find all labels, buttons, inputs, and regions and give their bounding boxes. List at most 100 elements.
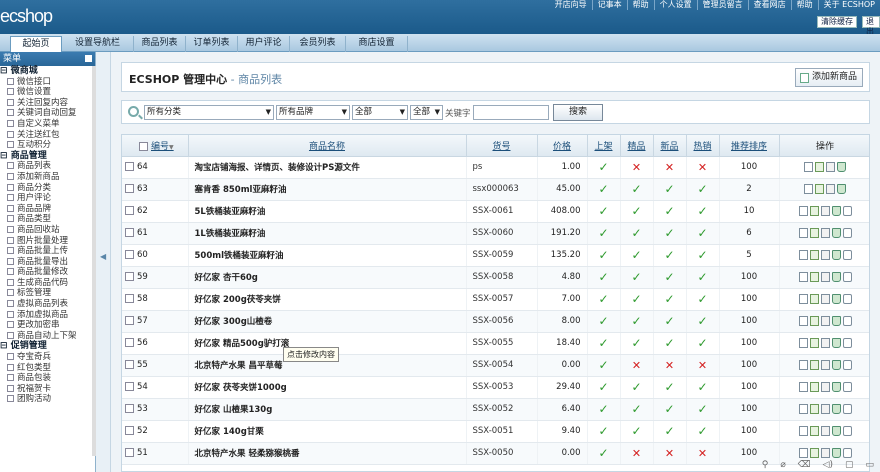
check-icon[interactable]: ✓ [631, 182, 641, 196]
copy-icon[interactable] [820, 293, 830, 304]
column-header[interactable]: 热销 [686, 135, 720, 157]
view-icon[interactable] [798, 425, 808, 436]
trash-icon[interactable] [831, 337, 841, 348]
check-icon[interactable]: ✓ [598, 182, 608, 196]
goods-price-cell[interactable]: 408.00 [537, 200, 588, 223]
row-checkbox[interactable] [125, 360, 134, 369]
goods-price-cell[interactable]: 8.00 [537, 310, 588, 333]
row-checkbox[interactable] [125, 228, 134, 237]
link-icon[interactable] [842, 403, 852, 414]
goods-price-cell[interactable]: 29.40 [537, 376, 588, 399]
top-link[interactable]: 帮助 [626, 0, 654, 10]
goods-sn-cell[interactable]: SSX-0061 [466, 200, 538, 223]
goods-price-cell[interactable]: 7.00 [537, 288, 588, 311]
sidebar-item[interactable]: 添加虚拟商品 [0, 310, 95, 321]
view-icon[interactable] [798, 381, 808, 392]
on-sale-toggle[interactable]: ✓ [587, 420, 621, 443]
best-toggle[interactable]: ✓ [620, 376, 654, 399]
link-icon[interactable] [842, 293, 852, 304]
sidebar-item[interactable]: 关注回复内容 [0, 98, 95, 109]
goods-name-cell[interactable]: 好亿家 200g茯苓夹饼 [188, 288, 467, 311]
new-toggle[interactable]: ✓ [653, 288, 687, 311]
view-icon[interactable] [798, 205, 808, 216]
trash-icon[interactable] [831, 249, 841, 260]
new-toggle[interactable]: ✕ [653, 354, 687, 377]
goods-sn-cell[interactable]: SSX-0052 [466, 398, 538, 421]
row-checkbox[interactable] [125, 338, 134, 347]
sidebar-group[interactable]: ⊟ 促销管理 [0, 341, 95, 352]
goods-sn-cell[interactable]: SSX-0054 [466, 354, 538, 377]
sidebar-item[interactable]: 关注送红包 [0, 130, 95, 141]
copy-icon[interactable] [820, 315, 830, 326]
check-icon[interactable]: ✓ [697, 204, 707, 218]
copy-icon[interactable] [820, 337, 830, 348]
goods-price-cell[interactable]: 0.00 [537, 442, 588, 465]
trash-icon[interactable] [831, 227, 841, 238]
check-icon[interactable]: ✓ [664, 292, 674, 306]
copy-icon[interactable] [820, 425, 830, 436]
check-icon[interactable]: ✓ [631, 248, 641, 262]
best-toggle[interactable]: ✕ [620, 156, 654, 179]
row-checkbox[interactable] [125, 382, 134, 391]
copy-icon[interactable] [820, 403, 830, 414]
edit-icon[interactable] [809, 315, 819, 326]
link-icon[interactable] [842, 315, 852, 326]
brand-select[interactable]: 所有品牌 ▼ [276, 105, 350, 120]
sidebar-item[interactable]: 商品类型 [0, 214, 95, 225]
column-header[interactable]: 推荐排序 [719, 135, 780, 157]
goods-name-cell[interactable]: 5L铁桶装亚麻籽油 [188, 200, 467, 223]
hot-toggle[interactable]: ✕ [686, 156, 720, 179]
best-toggle[interactable]: ✓ [620, 244, 654, 267]
new-toggle[interactable]: ✓ [653, 420, 687, 443]
goods-sn-cell[interactable]: SSX-0060 [466, 222, 538, 245]
hot-toggle[interactable]: ✓ [686, 288, 720, 311]
best-toggle[interactable]: ✓ [620, 266, 654, 289]
top-link[interactable]: 记事本 [591, 0, 627, 10]
network-icon[interactable]: ⌀ [780, 460, 785, 470]
sidebar-item[interactable]: 微信接口 [0, 77, 95, 88]
check-icon[interactable]: ✓ [697, 424, 707, 438]
sidebar-item[interactable]: 商品包装 [0, 373, 95, 384]
view-icon[interactable] [804, 161, 813, 172]
check-icon[interactable]: ✓ [697, 226, 707, 240]
nav-tab[interactable]: 起始页 [10, 36, 62, 52]
check-icon[interactable]: ✓ [664, 204, 674, 218]
edit-icon[interactable] [815, 183, 824, 194]
goods-name-cell[interactable]: 好亿家 300g山楂卷 [188, 310, 467, 333]
hot-toggle[interactable]: ✕ [686, 354, 720, 377]
cross-icon[interactable]: ✕ [698, 359, 707, 372]
best-toggle[interactable]: ✓ [620, 200, 654, 223]
pin-icon[interactable]: ⚲ [762, 460, 769, 470]
check-icon[interactable]: ✓ [598, 314, 608, 328]
cross-icon[interactable]: ✕ [665, 447, 674, 460]
cross-icon[interactable]: ✕ [665, 161, 674, 174]
goods-sn-cell[interactable]: SSX-0057 [466, 288, 538, 311]
logout-button[interactable]: 退出 [862, 16, 880, 36]
check-icon[interactable]: ✓ [697, 314, 707, 328]
goods-sn-cell[interactable]: SSX-0053 [466, 376, 538, 399]
sidebar-item[interactable]: 商品批量导出 [0, 257, 95, 268]
goods-price-cell[interactable]: 1.00 [537, 156, 588, 179]
sort-order-cell[interactable]: 100 [719, 288, 780, 311]
sort-order-cell[interactable]: 6 [719, 222, 780, 245]
goods-sn-cell[interactable]: SSX-0051 [466, 420, 538, 443]
view-icon[interactable] [804, 183, 813, 194]
filter-select-2[interactable]: 全部 ▼ [410, 105, 443, 120]
goods-sn-cell[interactable]: SSX-0056 [466, 310, 538, 333]
on-sale-toggle[interactable]: ✓ [587, 310, 621, 333]
goods-name-cell[interactable]: 好亿家 杏干60g [188, 266, 467, 289]
sidebar-item[interactable]: 商品列表 [0, 161, 95, 172]
clear-cache-button[interactable]: 清除缓存 [817, 16, 857, 28]
new-toggle[interactable]: ✓ [653, 266, 687, 289]
hot-toggle[interactable]: ✓ [686, 420, 720, 443]
goods-sn-cell[interactable]: SSX-0050 [466, 442, 538, 465]
top-link[interactable]: 关于 ECSHOP [817, 0, 880, 10]
trash-icon[interactable] [831, 271, 841, 282]
link-icon[interactable] [842, 381, 852, 392]
edit-icon[interactable] [809, 425, 819, 436]
sidebar-item[interactable]: 互动积分 [0, 140, 95, 151]
edit-icon[interactable] [809, 447, 819, 458]
edit-icon[interactable] [815, 161, 824, 172]
check-icon[interactable]: ✓ [598, 380, 608, 394]
top-link[interactable]: 开店向导 [550, 0, 592, 10]
